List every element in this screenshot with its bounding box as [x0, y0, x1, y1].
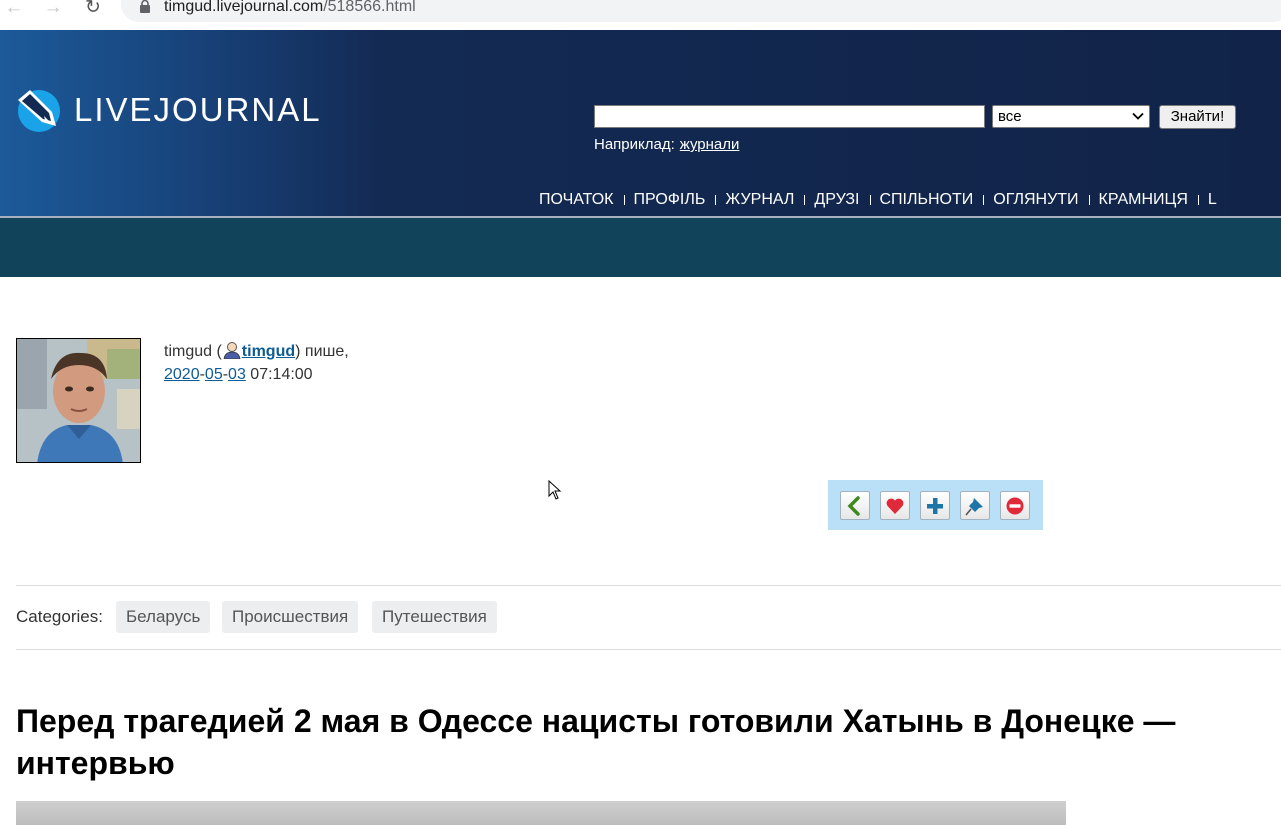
header-band: [0, 218, 1281, 277]
pin-icon: [965, 498, 983, 516]
example-label: Наприклад:: [594, 136, 675, 153]
pin-button[interactable]: [960, 491, 990, 520]
livejournal-logo-icon[interactable]: [16, 88, 62, 134]
categories-label: Categories:: [16, 607, 103, 626]
date-day-link[interactable]: 03: [228, 366, 246, 383]
arrow-left-icon: [847, 496, 860, 516]
post-date: 2020-05-03 07:14:00: [164, 366, 313, 383]
user-icon[interactable]: [222, 341, 242, 359]
favorite-button[interactable]: [880, 491, 910, 520]
nav-item-explore[interactable]: ОГЛЯНУТИ: [983, 190, 1088, 210]
search-scope-value: все: [998, 108, 1022, 125]
url-text: timgud.livejournal.com/518566.html: [164, 0, 416, 16]
forward-arrow-icon[interactable]: →: [42, 0, 64, 18]
url-host: timgud.livejournal.com: [164, 0, 324, 15]
top-navigation: ПОЧАТОК ПРОФІЛЬ ЖУРНАЛ ДРУЗІ СПІЛЬНОТИ О…: [529, 190, 1227, 210]
divider: [16, 649, 1281, 650]
plus-icon: [927, 498, 943, 514]
nav-item-profile[interactable]: ПРОФІЛЬ: [623, 190, 716, 210]
logo-text[interactable]: LIVEJOURNAL: [74, 91, 322, 129]
author-link[interactable]: timgud: [242, 343, 295, 360]
post-image[interactable]: [16, 801, 1066, 825]
divider: [16, 585, 1281, 586]
search-button[interactable]: Знайти!: [1159, 105, 1236, 129]
hide-button[interactable]: [1000, 491, 1030, 520]
nav-item-home[interactable]: ПОЧАТОК: [529, 190, 624, 210]
lock-icon: [140, 0, 150, 13]
search-scope-select[interactable]: все: [992, 105, 1150, 128]
category-tag[interactable]: Путешествия: [372, 601, 497, 633]
nav-item-friends[interactable]: ДРУЗІ: [804, 190, 869, 210]
search-input[interactable]: [594, 105, 985, 128]
add-button[interactable]: [920, 491, 950, 520]
avatar-image: [17, 339, 140, 462]
category-tag[interactable]: Происшествия: [222, 601, 359, 633]
search-example: Наприклад: журнали: [594, 136, 739, 153]
post-title: Перед трагедией 2 мая в Одессе нацисты г…: [16, 703, 1176, 781]
nav-item-more[interactable]: L: [1197, 190, 1227, 210]
chevron-down-icon: [1132, 112, 1144, 120]
date-year-link[interactable]: 2020: [164, 366, 200, 383]
avatar[interactable]: [16, 338, 141, 463]
author-suffix: ) пише,: [295, 343, 349, 360]
category-tag[interactable]: Беларусь: [116, 601, 211, 633]
nav-item-journal[interactable]: ЖУРНАЛ: [715, 190, 804, 210]
entry-toolbar: [828, 480, 1043, 530]
nav-item-communities[interactable]: СПІЛЬНОТИ: [869, 190, 984, 210]
url-path: /518566.html: [323, 0, 416, 15]
back-arrow-icon[interactable]: ←: [3, 0, 25, 18]
date-month-link[interactable]: 05: [205, 366, 223, 383]
browser-chrome: ← → ↻ timgud.livejournal.com/518566.html: [0, 0, 1281, 30]
post-time: 07:14:00: [250, 366, 313, 383]
heart-icon: [886, 498, 904, 514]
minus-circle-icon: [1006, 497, 1024, 515]
author-display-name: timgud (: [164, 343, 222, 360]
reload-icon[interactable]: ↻: [82, 0, 104, 18]
nav-item-shop[interactable]: КРАМНИЦЯ: [1088, 190, 1198, 210]
back-button[interactable]: [840, 491, 870, 520]
example-link-journals[interactable]: журнали: [680, 136, 740, 153]
post-byline: timgud ( timgud) пише,: [164, 341, 349, 361]
mouse-cursor-icon: [548, 480, 562, 500]
